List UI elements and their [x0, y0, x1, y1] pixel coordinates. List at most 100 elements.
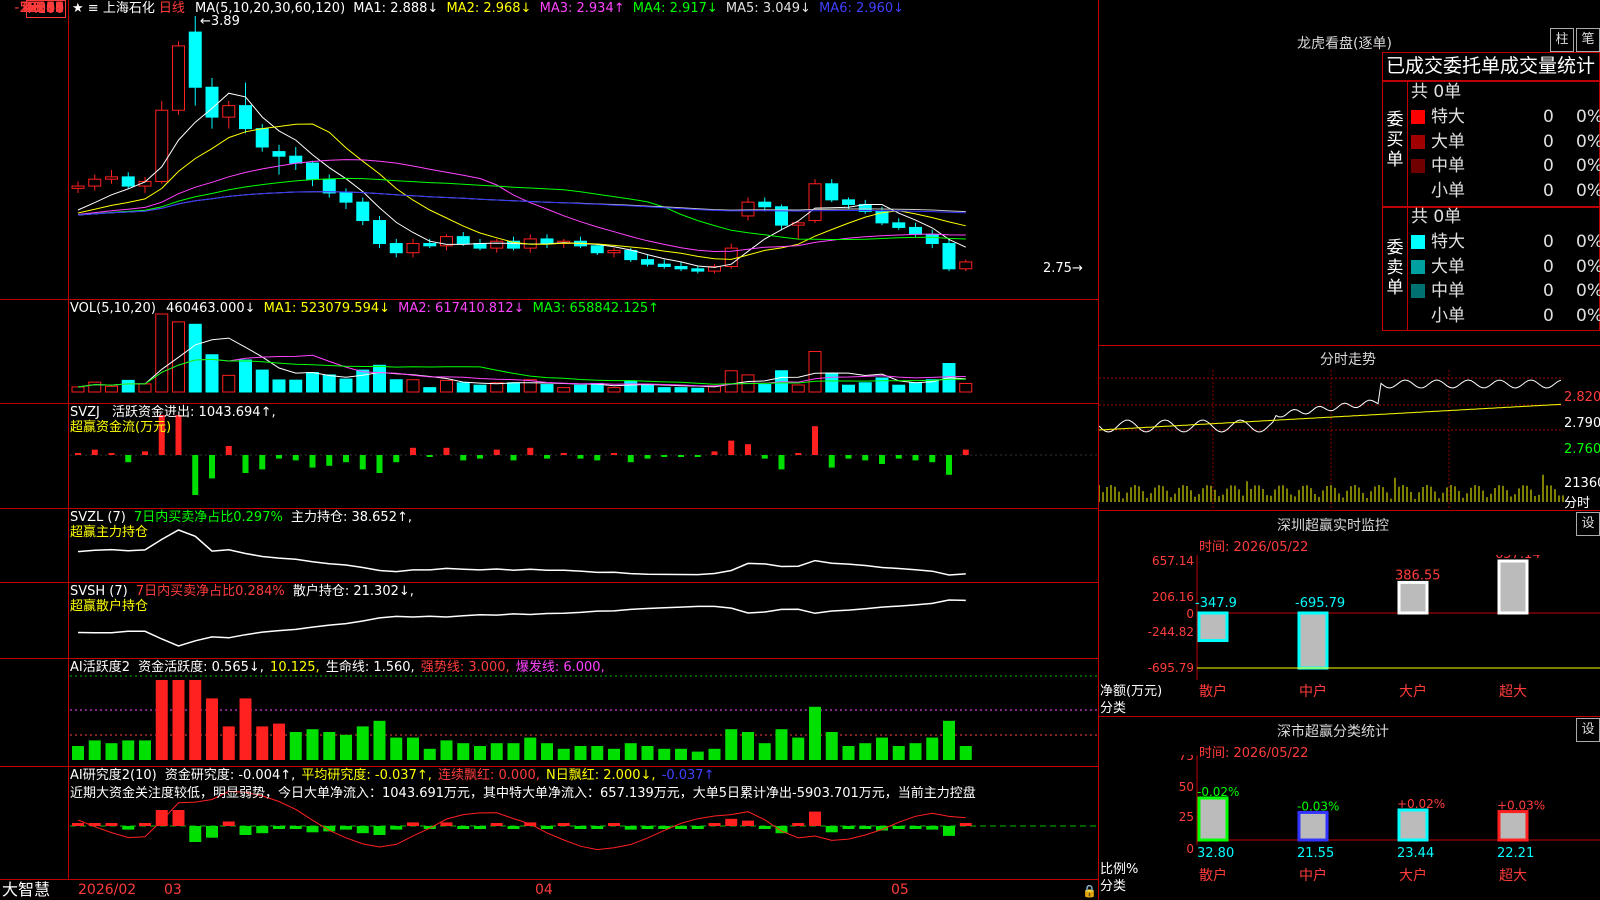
research-bar — [273, 826, 285, 829]
research-bar — [792, 823, 805, 826]
research-bar — [708, 823, 721, 826]
volume-layer — [71, 313, 973, 393]
ma3-value: MA3: 2.934↑ — [539, 1, 625, 16]
volume-bar — [858, 382, 872, 393]
volume-bar — [88, 381, 102, 393]
candle — [88, 174, 102, 191]
research-bar — [222, 821, 235, 826]
order-row: 特大 0 0% — [1411, 230, 1600, 255]
svzj-bar — [108, 453, 115, 455]
classify-pct-label: 23.44 — [1397, 846, 1434, 861]
intraday-avg-line — [1099, 403, 1562, 431]
candle-body — [373, 220, 386, 245]
research-bar — [206, 826, 218, 838]
activity-bar — [524, 737, 537, 760]
candle-body — [758, 201, 772, 208]
activity-bar — [407, 737, 419, 760]
svzl-legend: SVZL (7) 7日内买卖净占比0.297% 主力持仓: 38.652↑, — [70, 510, 412, 526]
low-price-mark: 2.75→ — [1043, 261, 1083, 276]
activity-bar — [675, 748, 687, 760]
intraday-chart[interactable] — [1099, 370, 1600, 510]
svzj-bar — [644, 455, 651, 459]
activity-bar — [323, 732, 336, 760]
stock-terminal: 389 351 313 275 55090 27205 X100 8367 -2… — [0, 0, 1600, 900]
candle-body — [205, 86, 219, 118]
svzj-bar — [694, 455, 701, 457]
volume-bar — [121, 379, 135, 393]
candle-body — [842, 199, 855, 205]
candle — [121, 172, 135, 189]
monitor-bar-label: 657.14 — [1495, 555, 1541, 562]
period-label[interactable]: 日线 — [159, 1, 185, 16]
lock-icon[interactable]: 🔒 — [1082, 884, 1097, 898]
chart-canvas[interactable] — [0, 0, 1100, 900]
candle-body — [942, 243, 956, 270]
activity-bar — [222, 726, 235, 760]
buy-label: 委买单 — [1386, 110, 1404, 170]
order-percent: 0% — [1576, 305, 1600, 326]
sell-label: 委卖单 — [1386, 238, 1404, 298]
high-price-value: 3.89 — [210, 14, 240, 29]
ma5-value: MA5: 3.049↓ — [725, 1, 811, 16]
candle — [473, 238, 487, 251]
monitor-settings-button[interactable]: 设 — [1576, 512, 1600, 536]
activity-bar — [758, 743, 771, 760]
classify-y-label: 25 — [1179, 810, 1194, 824]
activity-bar — [172, 680, 185, 760]
order-type-name: 小单 — [1431, 305, 1465, 326]
candle-body — [222, 105, 236, 118]
stroke-mode-button[interactable]: 笔 — [1576, 28, 1600, 52]
svzj-bar — [142, 451, 148, 455]
svsh-sub: 超赢散户持仓 — [70, 599, 149, 614]
intraday-y-1: 2.820 — [1564, 390, 1600, 405]
ai1-v1: 资金活跃度: 0.565↓, — [138, 660, 264, 675]
svzj-bar — [209, 455, 215, 479]
candle-body — [121, 176, 135, 187]
ai2-v4: N日飘红: 2.000↓, — [546, 768, 656, 783]
svzj-bar — [761, 455, 768, 459]
candle-body — [590, 245, 604, 254]
svzj-bar — [728, 440, 735, 455]
research-bar — [239, 826, 252, 835]
svzj-bar — [627, 455, 634, 463]
order-type-name: 大单 — [1431, 256, 1465, 277]
monitor-title: 深圳超赢实时监控 — [1277, 518, 1389, 534]
candle-body — [607, 249, 621, 254]
volume-bar — [825, 372, 839, 393]
activity-bar — [809, 706, 821, 760]
order-count: 0 — [1543, 232, 1554, 252]
svzj-bar — [711, 451, 718, 455]
order-row: 大单 0 0% — [1411, 130, 1600, 155]
column-mode-button[interactable]: 柱 — [1550, 28, 1574, 52]
classify-change-label: -0.03% — [1297, 799, 1339, 813]
research-bar — [541, 826, 553, 829]
monitor-bar-label: -347.9 — [1195, 596, 1237, 611]
classify-settings-button[interactable]: 设 — [1576, 718, 1600, 742]
svzl-line — [77, 529, 966, 576]
ai2-y-label-3: -0.39 — [27, 0, 64, 16]
candle — [892, 218, 906, 230]
activity-bar — [490, 743, 503, 760]
ai2-v2: 平均研究度: -0.037↑, — [301, 768, 432, 783]
candle — [691, 266, 705, 274]
order-type-name: 中单 — [1431, 156, 1465, 176]
ma1-value: MA1: 2.888↓ — [353, 1, 439, 16]
ai1-v5: 爆发线: 6.000, — [515, 660, 605, 675]
intraday-y-4: 21360 — [1564, 476, 1600, 491]
research-bar — [608, 823, 620, 826]
order-count: 0 — [1543, 180, 1554, 201]
svzl-sub: 超赢主力持仓 — [70, 525, 149, 540]
svzj-bar — [225, 446, 232, 455]
volume-bar — [306, 372, 319, 393]
order-count: 0 — [1543, 156, 1554, 176]
svzj-bar — [912, 455, 919, 461]
research-bar — [306, 826, 319, 833]
svsh-pct: 7日内买卖净占比0.284% — [135, 584, 285, 599]
activity-bar — [608, 748, 620, 760]
intraday-price-line — [1099, 379, 1562, 433]
ai1-legend: AI活跃度2 资金活跃度: 0.565↓, 10.125, 生命线: 1.560… — [70, 660, 605, 676]
svzj-bar — [828, 455, 835, 468]
volume-bar — [188, 323, 202, 393]
activity-bar — [775, 729, 788, 760]
ai2-v5: -0.037↑ — [661, 768, 715, 783]
